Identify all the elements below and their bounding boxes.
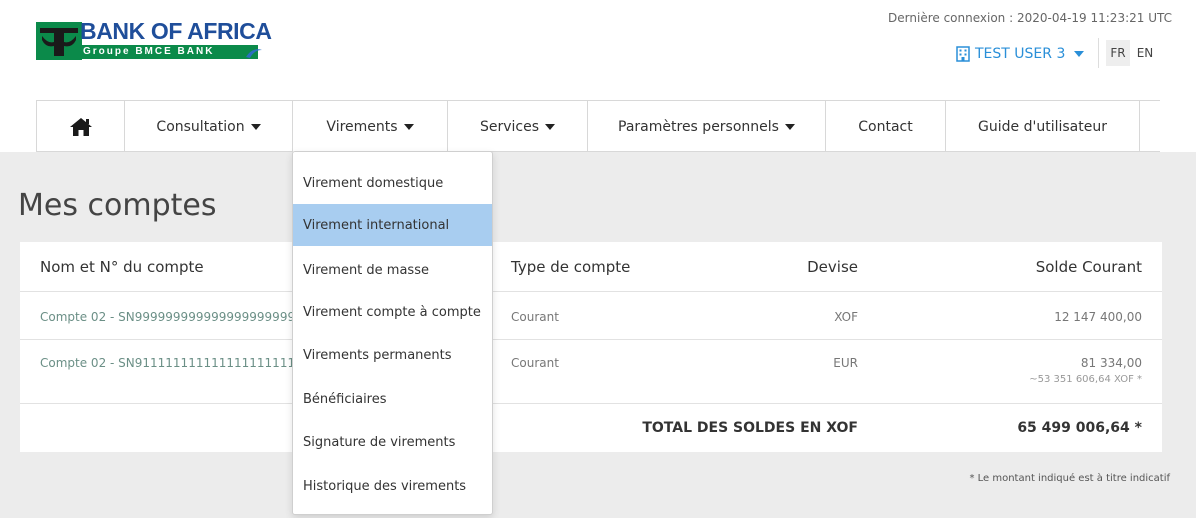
virements-dropdown-menu: Virement domestique Virement internation… — [292, 151, 493, 515]
account-balance-converted: ~53 351 606,64 XOF * — [1029, 374, 1142, 385]
bank-name: BANK OF AFRICA — [80, 18, 272, 44]
column-header-currency: Devise — [807, 258, 858, 276]
menu-item-historique-des-virements[interactable]: Historique des virements — [293, 465, 492, 507]
nav-guide-label: Guide d'utilisateur — [978, 118, 1107, 135]
account-balance: 81 334,00 — [1080, 356, 1142, 370]
nav-consultation[interactable]: Consultation — [124, 101, 292, 152]
account-currency: EUR — [833, 356, 858, 370]
nav-guide-utilisateur[interactable]: Guide d'utilisateur — [945, 101, 1140, 152]
nav-consultation-label: Consultation — [156, 118, 245, 135]
language-fr-button[interactable]: FR — [1106, 40, 1130, 66]
total-label: TOTAL DES SOLDES EN XOF — [642, 420, 858, 436]
page-title: Mes comptes — [18, 188, 217, 223]
nav-virements[interactable]: Virements — [292, 101, 447, 152]
nav-contact[interactable]: Contact — [825, 101, 945, 152]
table-header-row: Nom et N° du compte Type de compte Devis… — [20, 242, 1162, 292]
accounts-table: Nom et N° du compte Type de compte Devis… — [20, 242, 1162, 452]
menu-item-virement-domestique[interactable]: Virement domestique — [293, 162, 492, 204]
table-row[interactable]: Compte 02 - SN999999999999999999999 Cour… — [20, 292, 1162, 340]
account-link[interactable]: Compte 02 - SN999999999999999999999 — [40, 310, 295, 324]
nav-parametres-personnels[interactable]: Paramètres personnels — [587, 101, 825, 152]
account-currency: XOF — [834, 310, 858, 324]
user-menu[interactable]: TEST USER 3 — [956, 42, 1085, 66]
main-navigation: Consultation Virements Services Paramètr… — [36, 100, 1160, 152]
nav-home[interactable] — [36, 101, 124, 152]
column-header-balance: Solde Courant — [1035, 258, 1142, 276]
caret-down-icon — [250, 123, 261, 130]
account-type: Courant — [511, 310, 559, 324]
account-type: Courant — [511, 356, 559, 370]
last-login-text: Dernière connexion : 2020-04-19 11:23:21… — [888, 11, 1172, 25]
column-header-name: Nom et N° du compte — [40, 258, 204, 276]
column-header-type: Type de compte — [511, 258, 631, 276]
footnote: * Le montant indiqué est à titre indicat… — [969, 473, 1170, 484]
caret-down-icon — [1074, 51, 1085, 57]
swoosh-icon — [246, 49, 262, 58]
table-row[interactable]: Compte 02 - SN911111111111111111111 Cour… — [20, 340, 1162, 404]
nav-contact-label: Contact — [858, 118, 913, 135]
account-balance: 12 147 400,00 — [1054, 310, 1142, 324]
nav-parametres-label: Paramètres personnels — [618, 118, 779, 135]
menu-item-beneficiaires[interactable]: Bénéficiaires — [293, 378, 492, 420]
caret-down-icon — [545, 123, 556, 130]
table-total-row: TOTAL DES SOLDES EN XOF 65 499 006,64 * — [20, 404, 1162, 452]
menu-item-virement-compte-a-compte[interactable]: Virement compte à compte — [293, 291, 492, 333]
nav-services-label: Services — [479, 118, 540, 135]
menu-item-signature-de-virements[interactable]: Signature de virements — [293, 421, 492, 463]
caret-down-icon — [403, 123, 414, 130]
menu-item-virement-international[interactable]: Virement international — [293, 204, 492, 246]
caret-down-icon — [784, 123, 795, 130]
total-value: 65 499 006,64 * — [1017, 420, 1142, 436]
menu-item-virement-de-masse[interactable]: Virement de masse — [293, 249, 492, 291]
user-name: TEST USER 3 — [975, 46, 1066, 62]
account-link[interactable]: Compte 02 - SN911111111111111111111 — [40, 356, 295, 370]
building-icon — [956, 46, 970, 62]
menu-item-virements-permanents[interactable]: Virements permanents — [293, 334, 492, 376]
bank-subtitle: Groupe BMCE BANK — [83, 46, 215, 57]
home-icon — [69, 117, 92, 136]
language-divider — [1098, 38, 1099, 68]
nav-services[interactable]: Services — [447, 101, 587, 152]
nav-virements-label: Virements — [326, 118, 398, 135]
bank-logo-mark-icon — [36, 22, 82, 60]
header: BANK OF AFRICA Groupe BMCE BANK Dernière… — [0, 0, 1196, 152]
bank-logo[interactable]: BANK OF AFRICA Groupe BMCE BANK — [36, 18, 272, 66]
language-en-button[interactable]: EN — [1134, 40, 1156, 66]
